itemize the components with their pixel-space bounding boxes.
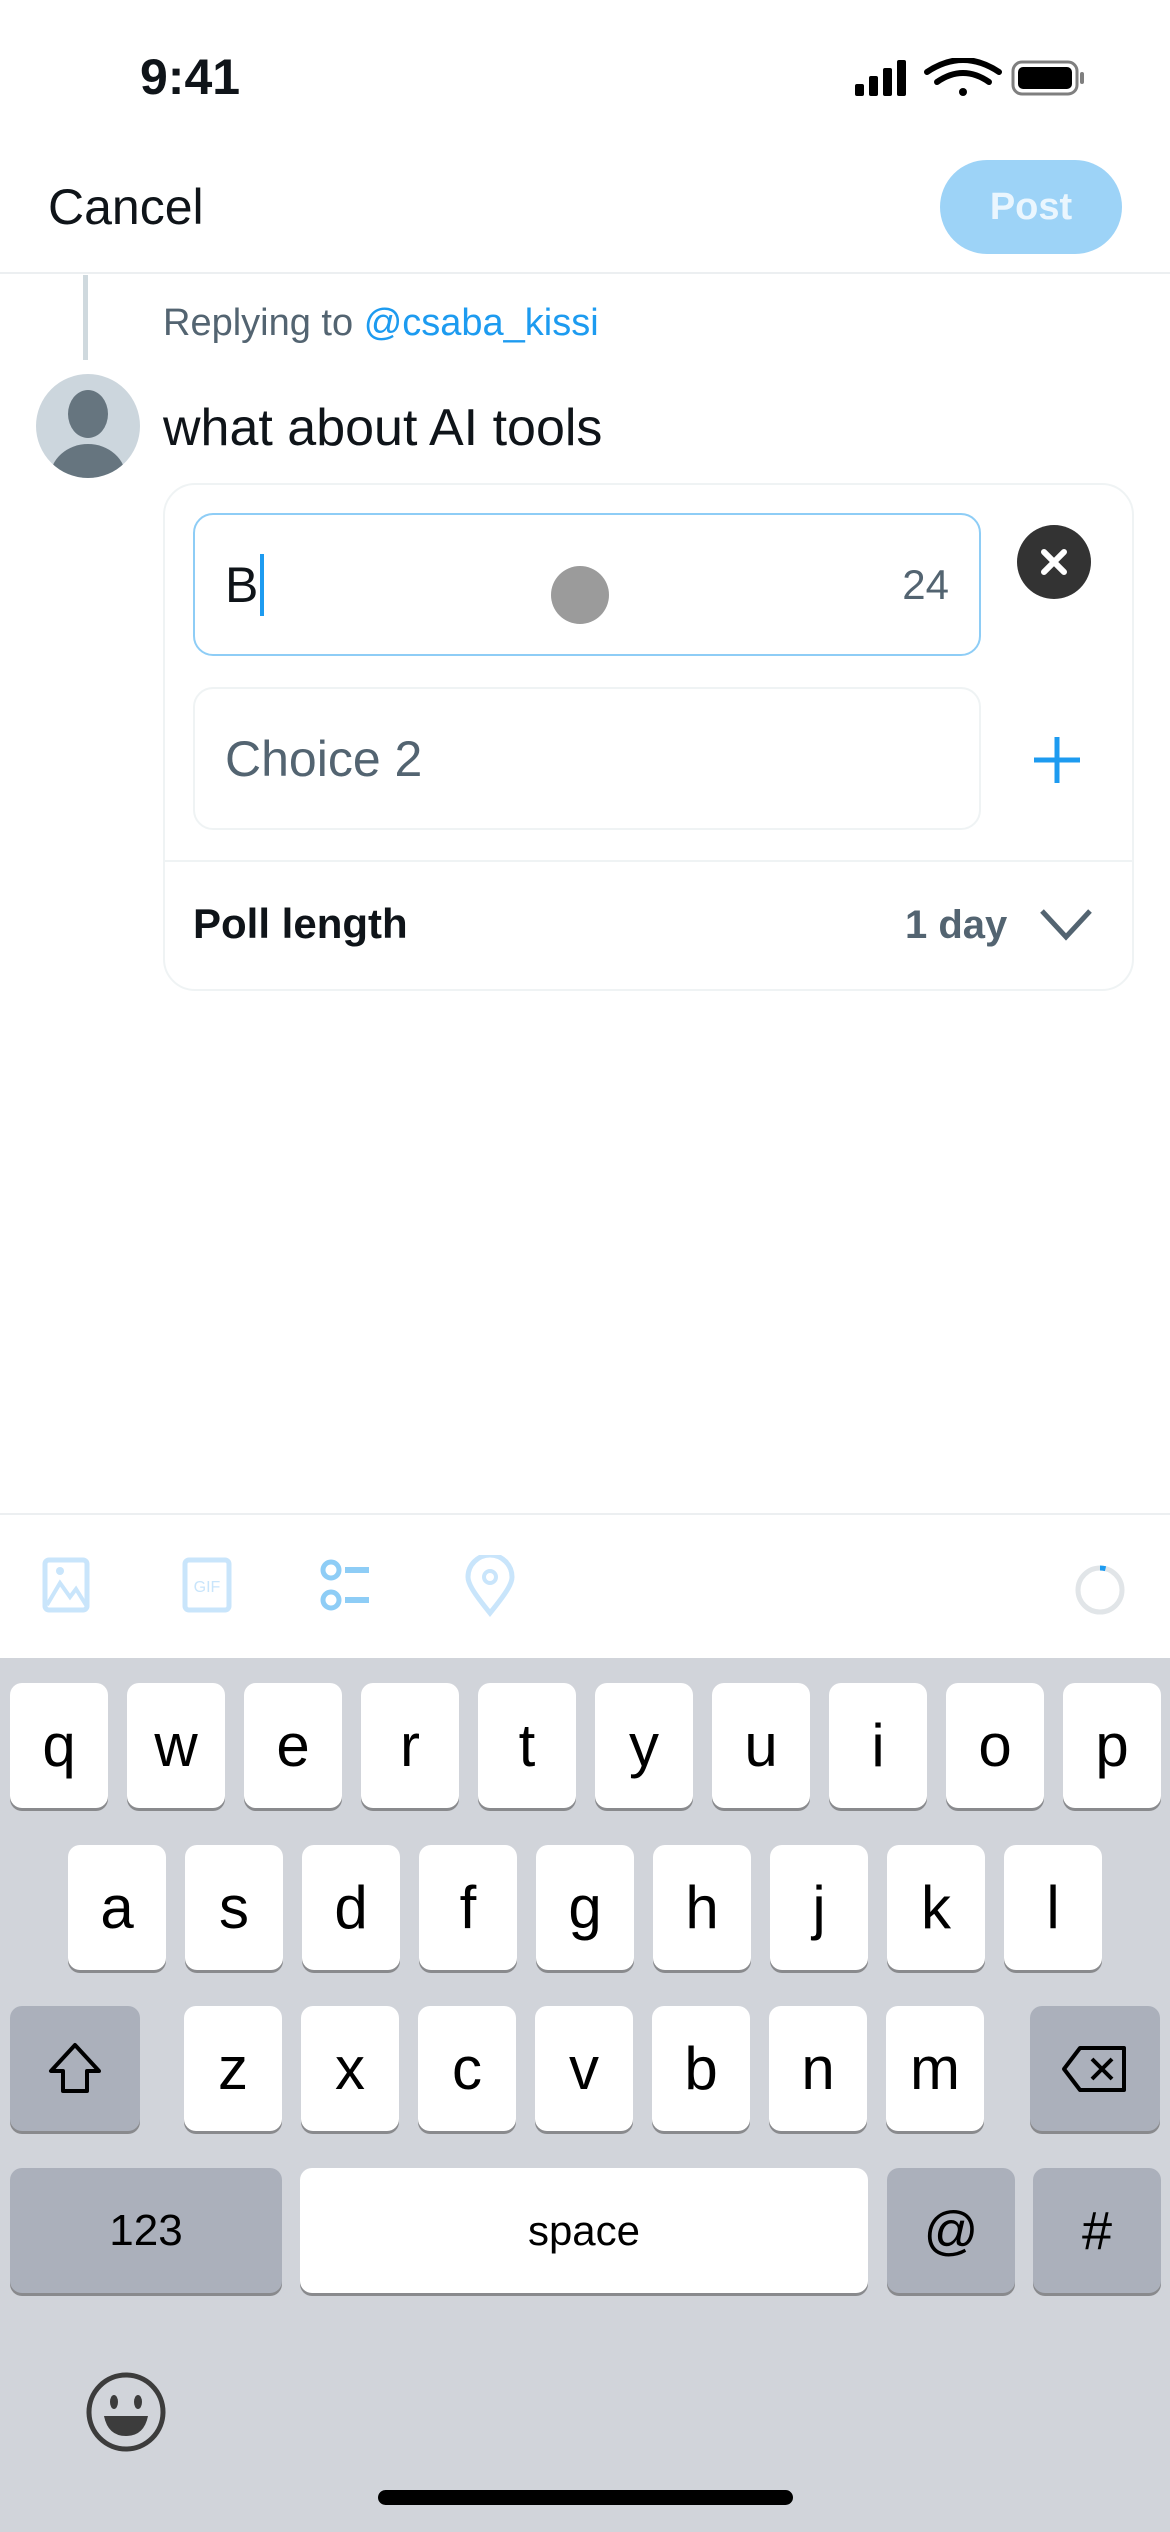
touch-indicator — [551, 566, 609, 624]
poll-length-label: Poll length — [193, 900, 408, 947]
key-t[interactable]: t — [478, 1683, 576, 1808]
add-choice-plus-icon[interactable] — [1030, 733, 1084, 787]
key-z[interactable]: z — [184, 2006, 282, 2131]
backspace-key[interactable] — [1030, 2006, 1160, 2131]
key-x[interactable]: x — [301, 2006, 399, 2131]
emoji-key[interactable] — [84, 2370, 168, 2459]
key-r[interactable]: r — [361, 1683, 459, 1808]
poll-length-value[interactable]: 1 day — [905, 903, 1007, 948]
reply-handle-link[interactable]: @csaba_kissi — [364, 302, 599, 344]
gif-icon[interactable]: GIF — [180, 1555, 240, 1615]
remove-poll-button[interactable] — [1017, 525, 1091, 599]
status-time: 9:41 — [140, 49, 241, 105]
poll-divider — [165, 860, 1132, 862]
char-remaining: 24 — [902, 560, 949, 608]
space-key[interactable]: space — [300, 2168, 868, 2293]
key-d[interactable]: d — [302, 1845, 400, 1970]
key-g[interactable]: g — [536, 1845, 634, 1970]
key-q[interactable]: q — [10, 1683, 108, 1808]
key-p[interactable]: p — [1063, 1683, 1161, 1808]
backspace-icon — [1062, 2045, 1126, 2092]
key-w[interactable]: w — [127, 1683, 225, 1808]
battery-icon — [1011, 60, 1084, 96]
hash-key[interactable]: # — [1033, 2168, 1161, 2293]
svg-text:GIF: GIF — [194, 1579, 221, 1596]
header-divider — [0, 272, 1170, 274]
home-indicator — [378, 2490, 793, 2505]
key-i[interactable]: i — [829, 1683, 927, 1808]
shift-key[interactable] — [10, 2006, 140, 2131]
key-j[interactable]: j — [770, 1845, 868, 1970]
key-h[interactable]: h — [653, 1845, 751, 1970]
shift-icon — [49, 2042, 101, 2093]
chevron-down-icon[interactable] — [1038, 905, 1094, 941]
text-cursor — [260, 553, 265, 616]
key-m[interactable]: m — [886, 2006, 984, 2131]
choice-1-value: B — [225, 556, 259, 613]
character-progress-ring — [1075, 1565, 1125, 1615]
key-e[interactable]: e — [244, 1683, 342, 1808]
key-u[interactable]: u — [712, 1683, 810, 1808]
key-s[interactable]: s — [185, 1845, 283, 1970]
key-y[interactable]: y — [595, 1683, 693, 1808]
signal-icon — [855, 60, 906, 96]
toolbar-divider — [0, 1513, 1170, 1515]
image-icon[interactable] — [40, 1555, 100, 1615]
replying-prefix: Replying to — [163, 302, 354, 344]
key-v[interactable]: v — [535, 2006, 633, 2131]
status-icons — [855, 58, 1084, 96]
poll-icon[interactable] — [318, 1555, 378, 1615]
key-k[interactable]: k — [887, 1845, 985, 1970]
numbers-key[interactable]: 123 — [10, 2168, 282, 2293]
emoji-icon — [86, 2372, 166, 2452]
poll-choice-2-input[interactable]: Choice 2 — [193, 687, 981, 830]
close-icon — [1041, 549, 1067, 575]
key-a[interactable]: a — [68, 1845, 166, 1970]
key-n[interactable]: n — [769, 2006, 867, 2131]
avatar — [36, 374, 140, 478]
key-f[interactable]: f — [419, 1845, 517, 1970]
at-key[interactable]: @ — [887, 2168, 1015, 2293]
key-l[interactable]: l — [1004, 1845, 1102, 1970]
replying-to: Replying to @csaba_kissi — [163, 302, 599, 345]
choice-2-placeholder: Choice 2 — [225, 730, 423, 787]
post-button[interactable]: Post — [940, 160, 1122, 254]
key-o[interactable]: o — [946, 1683, 1044, 1808]
thread-line — [83, 275, 88, 360]
key-c[interactable]: c — [418, 2006, 516, 2131]
location-icon[interactable] — [462, 1555, 522, 1619]
tweet-text-input[interactable]: what about AI tools — [163, 398, 602, 458]
default-user-icon — [50, 390, 126, 478]
wifi-icon — [924, 58, 1002, 96]
cancel-button[interactable]: Cancel — [48, 178, 204, 236]
key-b[interactable]: b — [652, 2006, 750, 2131]
